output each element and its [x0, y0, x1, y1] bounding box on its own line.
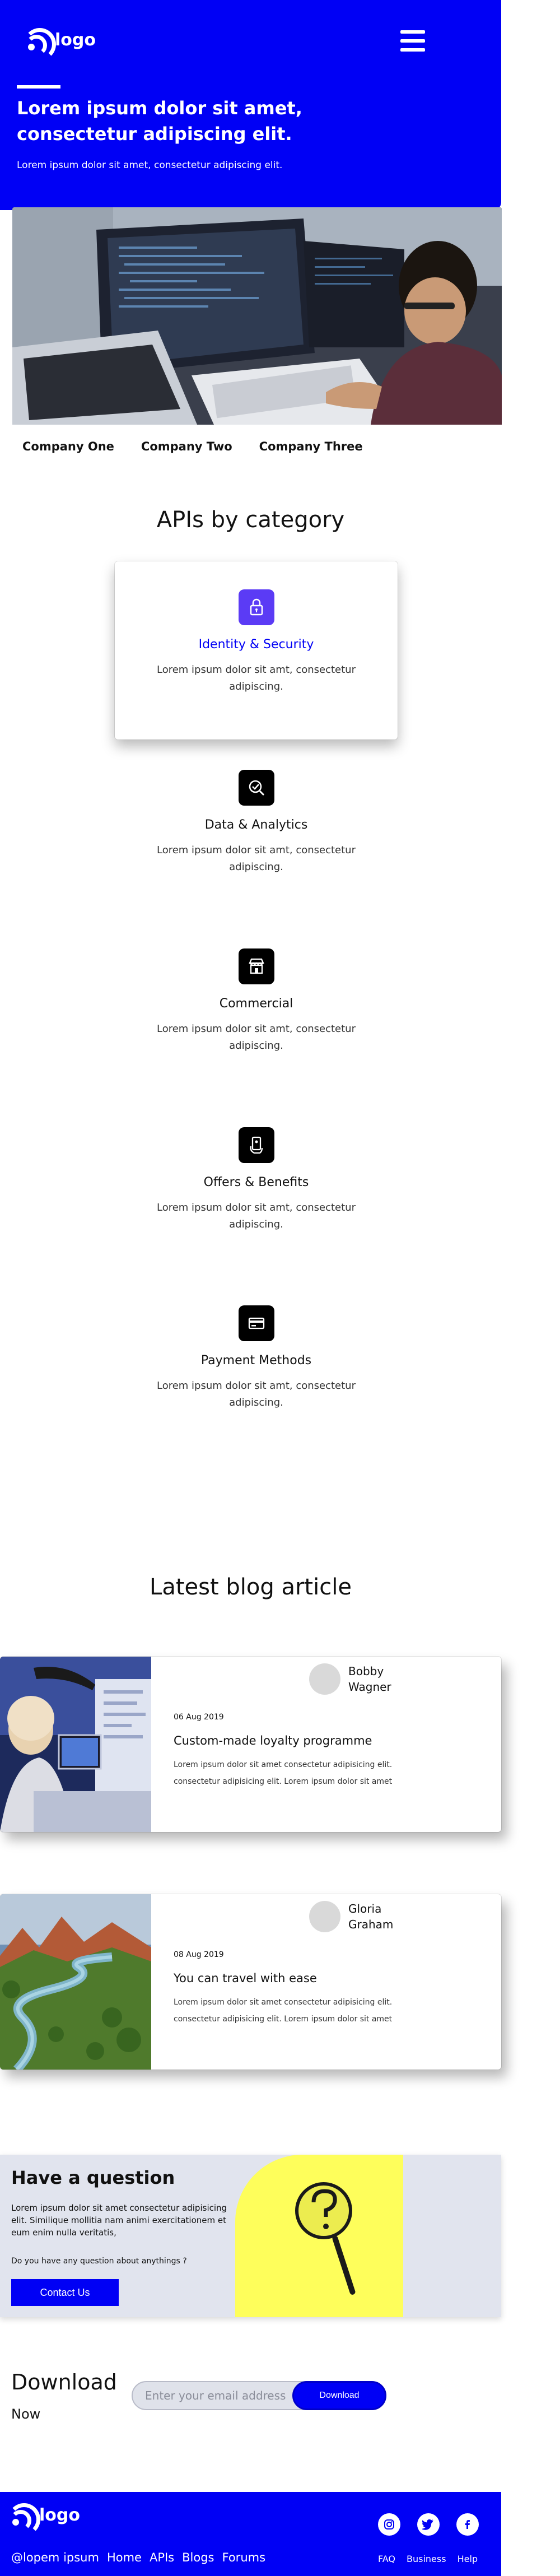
- footer-logo[interactable]: logo: [8, 2502, 80, 2536]
- blog-author: Gloria Graham: [309, 1901, 410, 1932]
- footer-link-help[interactable]: Help: [458, 2554, 478, 2564]
- blog-card[interactable]: Gloria Graham 08 Aug 2019 You can travel…: [0, 1894, 501, 2070]
- twitter-icon[interactable]: [417, 2513, 440, 2536]
- footer-link-forums[interactable]: Forums: [222, 2551, 266, 2564]
- category-card-offers-benefits[interactable]: Offers & Benefits Lorem ipsum dolor sit …: [115, 1127, 398, 1233]
- email-input[interactable]: [145, 2382, 302, 2409]
- category-name: Payment Methods: [200, 1354, 312, 1368]
- store-icon: [238, 948, 274, 984]
- footer: logo @lopem ipsum Home APIs Blogs Forums…: [0, 2492, 501, 2576]
- avatar: [309, 1901, 340, 1932]
- author-name: Gloria Graham: [348, 1902, 394, 1931]
- footer-links: FAQ Business Help: [378, 2554, 478, 2564]
- category-name: Offers & Benefits: [203, 1175, 309, 1189]
- facebook-icon[interactable]: [456, 2513, 479, 2536]
- logo-icon: [24, 27, 56, 61]
- logo-text: logo: [55, 30, 96, 50]
- question-text: Lorem ipsum dolor sit amet consectetur a…: [11, 2203, 227, 2238]
- category-desc: Lorem ipsum dolor sit amt, consectetur a…: [157, 1023, 356, 1052]
- category-name: Commercial: [219, 997, 293, 1011]
- hero-banner: logo Lorem ipsum dolor sit amet, consect…: [0, 0, 501, 210]
- blog-card[interactable]: Bobby Wagner 06 Aug 2019 Custom-made loy…: [0, 1657, 501, 1832]
- instagram-icon[interactable]: [378, 2513, 400, 2536]
- blog-image: [0, 1657, 151, 1832]
- menu-icon[interactable]: [400, 29, 425, 53]
- blog-excerpt: Lorem ipsum dolor sit amet consectetur a…: [174, 1998, 393, 2024]
- category-card-identity-security[interactable]: Identity & Security Lorem ipsum dolor si…: [115, 561, 398, 740]
- hero-title: Lorem ipsum dolor sit amet, consectetur …: [17, 97, 302, 145]
- category-desc: Lorem ipsum dolor sit amt, consectetur a…: [157, 664, 356, 692]
- logo-text: logo: [39, 2505, 80, 2525]
- page: logo Lorem ipsum dolor sit amet, consect…: [0, 0, 560, 2576]
- blog-date: 06 Aug 2019: [174, 1713, 224, 1722]
- logo-icon: [8, 2502, 40, 2536]
- hero-divider: [17, 85, 60, 89]
- footer-link-apis[interactable]: APIs: [150, 2551, 174, 2564]
- blog-date: 08 Aug 2019: [174, 1950, 224, 1959]
- author-name: Bobby Wagner: [348, 1664, 391, 1694]
- card-icon: [238, 1305, 274, 1341]
- category-name: Data & Analytics: [204, 818, 308, 832]
- magnifier-question-icon: [295, 2182, 356, 2295]
- question-illustration: [235, 2155, 403, 2317]
- category-card-data-analytics[interactable]: Data & Analytics Lorem ipsum dolor sit a…: [115, 770, 398, 876]
- footer-handle[interactable]: @lopem ipsum: [11, 2551, 99, 2564]
- blog-excerpt: Lorem ipsum dolor sit amet consectetur a…: [174, 1760, 393, 1786]
- lock-icon: [238, 589, 274, 625]
- question-title: Have a question: [11, 2167, 175, 2188]
- footer-link-faq[interactable]: FAQ: [378, 2554, 395, 2564]
- footer-link-blogs[interactable]: Blogs: [182, 2551, 214, 2564]
- blog-post-title[interactable]: You can travel with ease: [174, 1971, 317, 1985]
- category-card-payment-methods[interactable]: Payment Methods Lorem ipsum dolor sit am…: [115, 1305, 398, 1411]
- blog-title: Latest blog article: [150, 1574, 352, 1600]
- category-card-commercial[interactable]: Commercial Lorem ipsum dolor sit amt, co…: [115, 948, 398, 1054]
- category-desc: Lorem ipsum dolor sit amt, consectetur a…: [157, 1380, 356, 1408]
- analytics-icon: [238, 770, 274, 806]
- categories-title: APIs by category: [156, 507, 345, 533]
- blog-post-title[interactable]: Custom-made loyalty programme: [174, 1734, 372, 1747]
- blog-image: [0, 1894, 151, 2070]
- category-name: Identity & Security: [198, 638, 314, 652]
- download-button[interactable]: Download: [292, 2381, 386, 2410]
- blog-author: Bobby Wagner: [309, 1663, 410, 1695]
- footer-link-home[interactable]: Home: [107, 2551, 142, 2564]
- hero-subtitle: Lorem ipsum dolor sit amet, consectetur …: [17, 160, 283, 171]
- footer-nav: @lopem ipsum Home APIs Blogs Forums: [11, 2551, 265, 2564]
- category-desc: Lorem ipsum dolor sit amt, consectetur a…: [157, 844, 356, 873]
- company-name: Company Three: [259, 440, 363, 453]
- download-title: Download: [11, 2370, 117, 2394]
- download-subtitle: Now: [11, 2406, 41, 2422]
- offers-icon: [238, 1127, 274, 1163]
- category-desc: Lorem ipsum dolor sit amt, consectetur a…: [157, 1202, 356, 1230]
- company-name: Company Two: [141, 440, 232, 453]
- hero-photo: [12, 207, 502, 425]
- download-form: Download: [132, 2381, 386, 2410]
- question-prompt: Do you have any question about anythings…: [11, 2257, 187, 2266]
- footer-link-business[interactable]: Business: [407, 2554, 446, 2564]
- company-name: Company One: [22, 440, 114, 453]
- contact-us-button[interactable]: Contact Us: [11, 2279, 119, 2306]
- header-logo[interactable]: logo: [24, 27, 96, 61]
- avatar: [309, 1663, 340, 1695]
- question-section: Have a question Lorem ipsum dolor sit am…: [0, 2155, 501, 2317]
- company-list: Company One Company Two Company Three: [22, 440, 363, 453]
